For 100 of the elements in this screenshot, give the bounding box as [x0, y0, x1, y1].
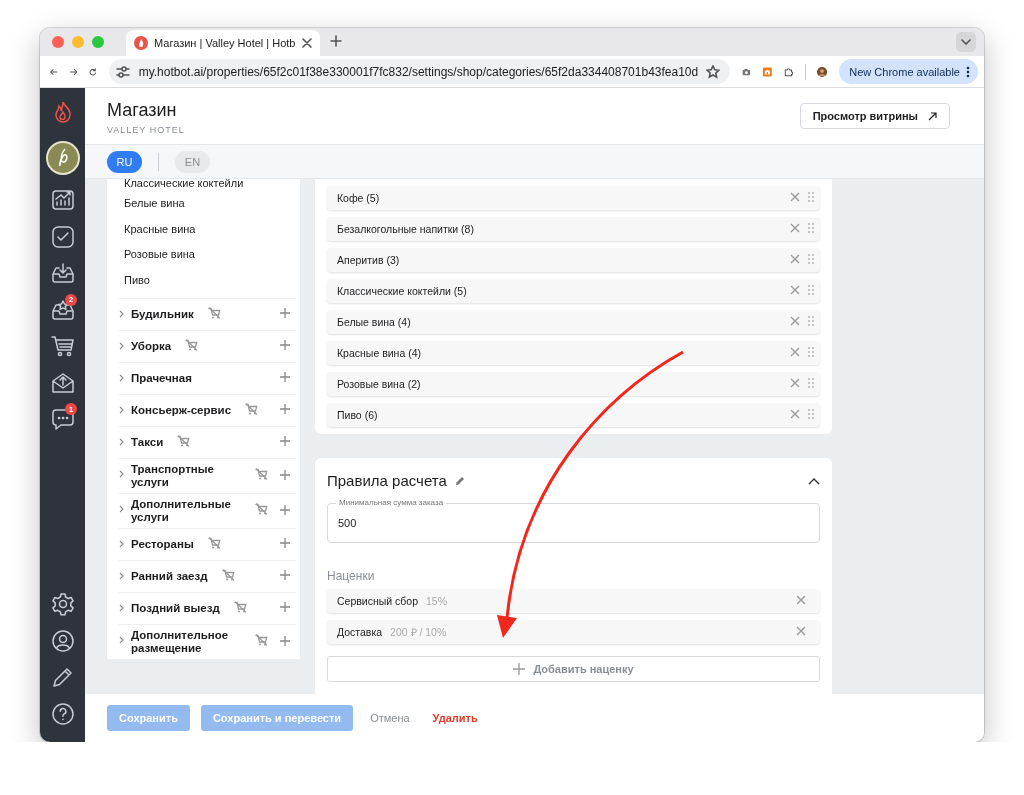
markup-name: Сервисный сбор [337, 595, 419, 607]
drag-handle[interactable] [808, 254, 814, 266]
subcategory-name: Кофе (5) [337, 192, 381, 204]
notification-badge: 2 [65, 293, 77, 306]
category-item[interactable]: Розовые вина [119, 246, 296, 273]
drag-handle-icon [808, 347, 814, 357]
plus-icon [280, 372, 290, 383]
subcategory-row[interactable]: Классические коктейли (5) [327, 279, 820, 303]
reload-icon [89, 65, 97, 78]
drag-handle-icon [808, 192, 814, 202]
chevron-right-icon [119, 603, 124, 612]
category-name[interactable]: Поздний выезд [131, 601, 220, 615]
more-icon [966, 65, 970, 78]
remove-icon [790, 409, 800, 419]
tab-list-button[interactable] [956, 32, 976, 52]
subcategory-row[interactable]: Белые вина (4) [327, 310, 820, 334]
close-window-button[interactable] [52, 36, 64, 48]
drag-handle[interactable] [808, 316, 814, 328]
language-tab[interactable]: RU [107, 150, 142, 173]
drag-handle[interactable] [808, 223, 814, 235]
remove-icon [790, 192, 800, 202]
subcategory-row[interactable]: Безалкогольные напитки (8) [327, 217, 820, 241]
sidebar-item[interactable]: 1 [40, 401, 85, 438]
chart-icon [50, 188, 75, 213]
drag-handle[interactable] [808, 192, 814, 204]
address-bar[interactable]: my.hotbot.ai/properties/65f2c01f38e330001f7fc832/settings/shop/categories/65f2da334408701b43fea10d [108, 59, 731, 84]
remove-icon [790, 223, 800, 233]
plus-icon [280, 436, 290, 447]
external-link-icon [928, 111, 937, 121]
chevron-right-icon [119, 437, 124, 446]
zoom-window-button[interactable] [92, 36, 104, 48]
settings-icon [50, 592, 75, 617]
plus-icon [280, 504, 290, 515]
subcategory-name: Классические коктейли (5) [337, 285, 468, 297]
subcategory-row[interactable]: Аперитив (3) [327, 248, 820, 272]
category-name[interactable]: Уборка [131, 339, 172, 353]
drag-handle[interactable] [808, 409, 814, 421]
inbox-star-icon [50, 297, 75, 322]
drag-handle-icon [808, 223, 814, 233]
sidebar-item[interactable]: 2 [40, 291, 85, 328]
plus-icon [280, 570, 290, 581]
storefront-button[interactable]: Просмотр витрины [799, 103, 950, 129]
category-name[interactable]: Ранний заезд [131, 569, 208, 583]
markups-label: Наценки [327, 569, 376, 583]
remove-button[interactable] [790, 409, 800, 421]
plus-icon [280, 635, 290, 646]
subcategory-name: Безалкогольные напитки (8) [337, 223, 475, 235]
subcategory-row[interactable]: Кофе (5) [327, 186, 820, 210]
category-name[interactable]: Дополнительное размещение [131, 628, 241, 655]
avatar-icon [45, 141, 80, 175]
category-name[interactable]: Прачечная [131, 371, 192, 385]
plus-icon [280, 602, 290, 613]
plus-icon [280, 308, 290, 319]
checkbox-icon [50, 224, 75, 249]
category-name[interactable]: Консьерж-сервис [131, 403, 232, 417]
chevron-right-icon [119, 405, 124, 414]
drag-handle[interactable] [808, 347, 814, 359]
drag-handle-icon [808, 378, 814, 388]
markup-name: Доставка [337, 626, 383, 638]
pencil-icon [50, 665, 75, 690]
subcategory-row[interactable]: Розовые вина (2) [327, 372, 820, 396]
plus-icon [329, 35, 342, 47]
remove-button[interactable] [790, 316, 800, 328]
remove-icon [790, 316, 800, 326]
category-item[interactable]: Пиво [119, 272, 296, 298]
drag-handle[interactable] [808, 378, 814, 390]
inbox-download-icon [50, 261, 75, 286]
plus-icon [280, 469, 290, 480]
remove-button[interactable] [790, 378, 800, 390]
category-name[interactable]: Такси [131, 435, 164, 449]
category-item[interactable]: Классические коктейли [119, 179, 296, 195]
remove-button[interactable] [790, 192, 800, 204]
subcategory-row[interactable]: Красные вина (4) [327, 341, 820, 365]
markup-row[interactable]: Доставка 200 ₽ / 10% [327, 620, 820, 644]
field-label: Минимальная сумма заказа [336, 498, 447, 507]
category-name[interactable]: Будильник [131, 307, 194, 321]
update-button[interactable]: New Chrome available [839, 59, 978, 84]
drag-handle-icon [808, 254, 814, 264]
remove-icon [790, 285, 800, 295]
category-name[interactable]: Рестораны [131, 537, 194, 551]
plus-icon [280, 538, 290, 549]
markup-row[interactable]: Сервисный сбор 15% [327, 589, 820, 613]
browser-tab[interactable]: Магазин | Valley Hotel | Hotb [126, 30, 320, 56]
remove-button[interactable] [790, 223, 800, 235]
subcategory-name: Красные вина (4) [337, 347, 422, 359]
category-item[interactable]: Белые вина [119, 195, 296, 221]
remove-button[interactable] [790, 285, 800, 297]
category-name[interactable]: Транспортные услуги [131, 462, 241, 489]
delete-button[interactable]: Удалить [426, 705, 484, 731]
category-name[interactable]: Дополнительные услуги [131, 497, 241, 524]
subcategory-row[interactable]: Пиво (6) [327, 403, 820, 427]
remove-button[interactable] [790, 347, 800, 359]
drag-handle[interactable] [808, 285, 814, 297]
category-item[interactable]: Красные вина [119, 220, 296, 247]
field-value: 500 [338, 517, 357, 529]
remove-button[interactable] [790, 254, 800, 266]
minimize-window-button[interactable] [72, 36, 84, 48]
star-icon [706, 64, 721, 79]
cart-icon [50, 334, 75, 359]
close-icon [301, 38, 312, 48]
